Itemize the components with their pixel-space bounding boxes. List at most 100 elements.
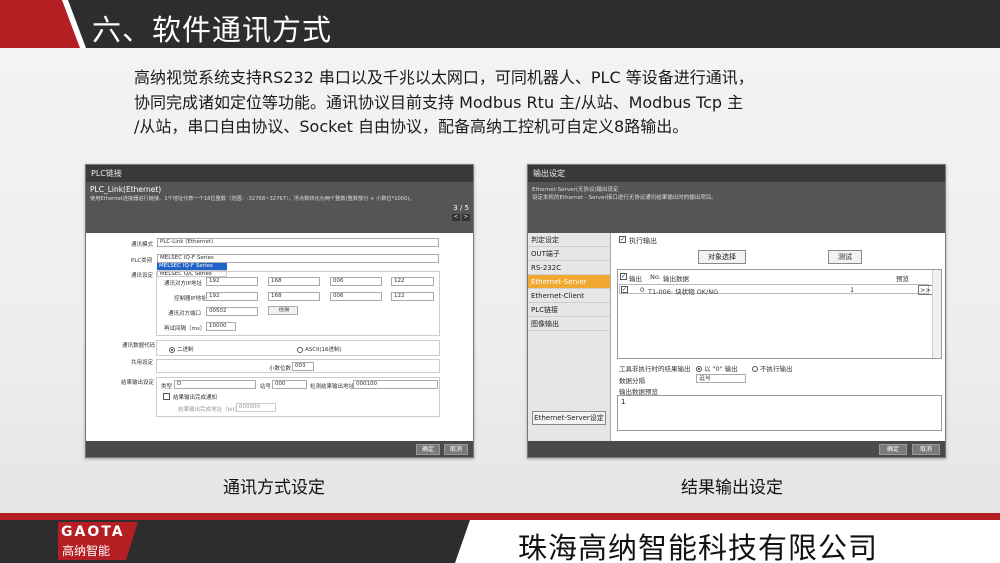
radio-binary[interactable]: 二进制	[169, 345, 194, 353]
row-checkbox[interactable]: ✓	[621, 286, 628, 293]
row-preview: 1	[850, 286, 855, 294]
footer-red-line	[0, 513, 1000, 520]
header-bar: 六、软件通讯方式	[0, 0, 1000, 48]
opt-zero-label: 以 "0" 输出	[704, 365, 738, 373]
exec-checkbox[interactable]: ✓	[619, 236, 626, 243]
sidebar-item-rs232c[interactable]: RS-232C	[528, 261, 610, 275]
ethernet-server-settings-button[interactable]: Ethernet-Server设定	[532, 411, 606, 425]
page-indicator: 3 / 5	[453, 204, 469, 212]
sep-label: 数据分隔	[619, 377, 645, 385]
header-checkbox[interactable]: ✓	[620, 273, 627, 280]
intro-line: /从站，串口自由协议、Socket 自由协议，配备高纳工控机可自定义8路输出。	[134, 117, 689, 136]
cycle-field[interactable]: 10000	[206, 322, 236, 331]
prev-page-button[interactable]: <	[452, 214, 460, 221]
company-name: 珠海高纳智能科技有限公司	[518, 531, 879, 563]
intro-line: 协同完成诸如定位等功能。通讯协议目前支持 Modbus Rtu 主/从站、Mod…	[134, 92, 744, 112]
preview-box: 1	[617, 395, 942, 431]
code-label: 通讯数据代码	[122, 343, 156, 349]
comm-label: 通讯设定	[131, 273, 154, 279]
row-no: 0	[640, 286, 645, 294]
sidebar-item-out[interactable]: OUT端子	[528, 247, 610, 261]
window-title: 输出设定	[528, 165, 945, 182]
tool-label: 工具非执行时的结果输出	[619, 365, 691, 373]
plc-link-window: PLC链接 PLC_Link(Ethernet) 使用Ethernet连接器进行…	[85, 164, 474, 458]
footer-bar: GAOTA 高纳智能 珠海高纳智能科技有限公司	[0, 520, 1000, 563]
detect-label: 检测结果输出地址	[310, 384, 355, 390]
header-line: Ethernet-Server(无协议)输出设定	[532, 187, 619, 193]
intro-text: 高纳视觉系统支持RS232 串口以及千兆以太网口，可同机器人、PLC 等设备进行…	[134, 66, 854, 140]
ok-button[interactable]: 确定	[416, 444, 440, 455]
radio-icon	[297, 346, 303, 353]
type-select[interactable]: MELSEC IQ-F Series	[157, 254, 439, 263]
addr-label: 站号	[260, 384, 272, 390]
ip-field[interactable]: 006	[330, 277, 382, 286]
sidebar-item-judge[interactable]: 判定设定	[528, 233, 610, 247]
ok-button[interactable]: 确定	[879, 444, 907, 455]
decimal-label: 小数位数	[269, 366, 292, 372]
ctrl-field[interactable]: 122	[391, 292, 434, 301]
type-label: PLC类别	[131, 258, 153, 264]
ip-field[interactable]: 168	[268, 277, 320, 286]
window-title: PLC链接	[86, 165, 473, 182]
ip-field[interactable]: 192	[206, 277, 258, 286]
mode-label: 通讯模式	[131, 242, 154, 248]
ctrl-field[interactable]: 006	[330, 292, 382, 301]
header-line: 设定本机的Ethernet - Server接口进行无协议通讯结果输出时的输出项…	[532, 195, 717, 201]
opt-none-label: 不执行输出	[760, 365, 793, 373]
addr-field[interactable]: 000	[272, 380, 307, 389]
mode-select[interactable]: PLC-Link (Ethernet)	[157, 238, 439, 247]
logo-text: GAOTA	[61, 524, 125, 540]
sep-select[interactable]: 逗号	[696, 374, 746, 383]
radio-zero[interactable]: 以 "0" 输出	[696, 363, 738, 373]
port-field[interactable]: 00502	[206, 307, 258, 316]
sidebar-item-ethernet-server[interactable]: Ethernet-Server	[528, 275, 610, 289]
shared-label: 共用设定	[131, 360, 154, 366]
port-label: 通讯对方端口	[168, 311, 202, 317]
exec-label: 执行输出	[629, 237, 657, 245]
rtype-select[interactable]: D	[174, 380, 256, 389]
cancel-button[interactable]: 取消	[444, 444, 468, 455]
col-output: 输出	[629, 275, 642, 283]
object-select-button[interactable]: 对象选择	[698, 250, 746, 264]
radio-icon	[752, 366, 758, 372]
binary-label: 二进制	[177, 347, 194, 353]
header-subtitle: PLC_Link(Ethernet)	[90, 185, 162, 194]
caption-left: 通讯方式设定	[223, 478, 325, 498]
next-page-button[interactable]: >	[462, 214, 470, 221]
detect-field[interactable]: 000100	[353, 380, 438, 389]
radio-none[interactable]: 不执行输出	[752, 363, 793, 373]
row-more-button[interactable]: >>	[918, 285, 933, 295]
radio-ascii[interactable]: ASCII(16进制)	[297, 345, 342, 353]
table-row[interactable]: ✓ 0 T1-006: 块状物 OK/NG 1 >>	[619, 284, 933, 296]
sidebar-item-plc[interactable]: PLC链接	[528, 303, 610, 317]
col-no: No.	[650, 273, 661, 281]
decimal-field[interactable]: 003	[292, 362, 314, 371]
logo-cn-text: 高纳智能	[62, 544, 111, 558]
output-settings-window: 输出设定 Ethernet-Server(无协议)输出设定 设定本机的Ether…	[527, 164, 946, 458]
test-button[interactable]: 测试	[828, 250, 862, 264]
rtype-label: 类型	[161, 384, 173, 390]
notify-addr-field[interactable]: 000000	[236, 403, 276, 412]
connect-button[interactable]: 连接	[268, 306, 298, 315]
sidebar-item-ethernet-client[interactable]: Ethernet-Client	[528, 289, 610, 303]
cancel-button[interactable]: 取消	[912, 444, 940, 455]
ascii-label: ASCII(16进制)	[305, 347, 342, 353]
ip-label: 通讯对方IP地址	[164, 281, 202, 287]
notify-checkbox[interactable]	[163, 393, 170, 400]
window-header: Ethernet-Server(无协议)输出设定 设定本机的Ethernet -…	[528, 182, 945, 233]
radio-icon	[696, 366, 702, 372]
code-section: 二进制 ASCII(16进制)	[156, 340, 440, 356]
result-label: 结果输出设定	[121, 380, 155, 386]
ctrl-field[interactable]: 192	[206, 292, 258, 301]
company-logo: GAOTA 高纳智能	[58, 522, 138, 560]
output-table: ✓ 输出 No. 输出数据 预览 ✓ 0 T1-006: 块状物 OK/NG 1…	[617, 269, 942, 359]
ctrl-field[interactable]: 168	[268, 292, 320, 301]
sidebar-item-image[interactable]: 图像输出	[528, 317, 610, 331]
notify-label: 结果输出完成通知	[173, 395, 218, 401]
type-option-selected[interactable]: MELSEC IQ-F Series	[157, 263, 227, 270]
table-scrollbar[interactable]	[932, 270, 941, 358]
ip-field[interactable]: 122	[391, 277, 434, 286]
caption-right: 结果输出设定	[681, 478, 783, 498]
notify-addr-label: 结果输出完成地址（bit）	[178, 407, 241, 413]
cycle-label: 再试间隔（ms）	[164, 326, 206, 332]
